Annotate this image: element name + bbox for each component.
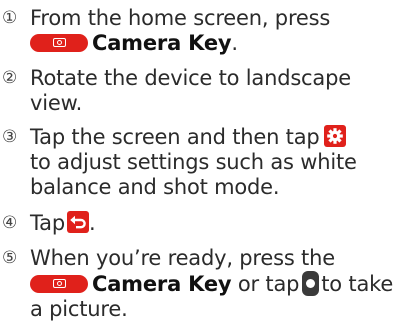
step-line: Tap. (30, 211, 408, 236)
camera-key-icon (30, 34, 88, 52)
step-line: Camera Key. (30, 31, 408, 56)
instruction-steps: ① From the home screen, press Camera Key… (0, 0, 410, 331)
back-arrow-icon (66, 211, 89, 233)
camera-key-icon (30, 275, 88, 293)
step-line: balance and shot mode. (30, 175, 280, 199)
step-line-text: to take (321, 272, 394, 296)
step-text: Tap the screen and then tap to adjust se… (30, 125, 408, 200)
step-number: ④ (2, 213, 18, 233)
step-line-text: Tap the screen and then tap (30, 125, 320, 149)
step-line: Rotate the device to landscape (30, 66, 351, 90)
step-line: a picture. (30, 297, 128, 321)
step-line: to adjust settings such as white (30, 150, 357, 174)
step-line-text: Tap (30, 211, 65, 235)
step-line: From the home screen, press (30, 6, 331, 30)
step-line: view. (30, 91, 83, 115)
step-number: ① (2, 8, 18, 28)
step-text: Tap. (30, 211, 408, 236)
step-line: When you’re ready, press the (30, 246, 335, 270)
step-number: ⑤ (2, 248, 18, 268)
step-text: Rotate the device to landscape view. (30, 66, 408, 116)
step-text: From the home screen, press Camera Key. (30, 6, 408, 56)
step-line: Tap the screen and then tap (30, 125, 408, 150)
punctuation: . (88, 211, 96, 235)
gear-icon (323, 125, 346, 147)
step-number: ② (2, 68, 18, 88)
camera-key-label: Camera Key (92, 272, 232, 296)
step-text: When you’re ready, press the Camera Key … (30, 246, 408, 322)
camera-key-label: Camera Key (92, 31, 232, 55)
step-number: ③ (2, 127, 18, 147)
step-line: Camera Key or tap to take (30, 271, 408, 297)
step-line-text: or tap (231, 272, 300, 296)
shutter-icon (302, 271, 320, 296)
punctuation: . (231, 31, 238, 55)
